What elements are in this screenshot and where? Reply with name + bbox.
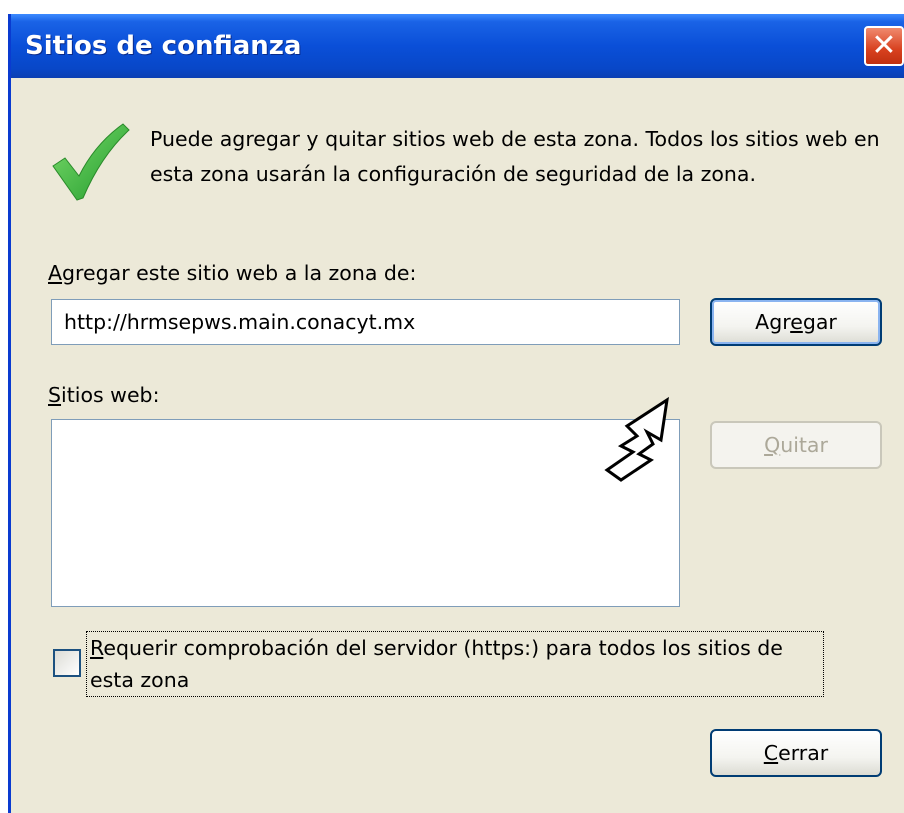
dialog-body: Puede agregar y quitar sitios web de est… [11, 78, 904, 813]
sites-list-label: Sitios web: [48, 383, 160, 407]
site-url-input[interactable] [51, 299, 680, 345]
trusted-sites-dialog: Sitios de confianza ✕ Puede agregar y qu… [8, 14, 904, 813]
intro-text: Puede agregar y quitar sitios web de est… [150, 127, 880, 186]
require-https-label[interactable]: Requerir comprobación del servidor (http… [86, 631, 824, 697]
remove-button[interactable]: Quitar [710, 421, 882, 469]
close-window-button[interactable]: ✕ [864, 26, 904, 66]
add-site-label: Agregar este sitio web a la zona de: [48, 261, 417, 285]
title-bar[interactable]: Sitios de confianza ✕ [11, 14, 904, 78]
add-button[interactable]: Agregar [710, 298, 882, 346]
close-button[interactable]: Cerrar [710, 729, 882, 777]
sites-listbox[interactable] [51, 419, 680, 607]
require-https-checkbox[interactable] [53, 649, 81, 677]
checkmark-icon [52, 123, 130, 201]
hand-pointer-icon [604, 396, 669, 482]
window-title: Sitios de confianza [25, 31, 302, 61]
